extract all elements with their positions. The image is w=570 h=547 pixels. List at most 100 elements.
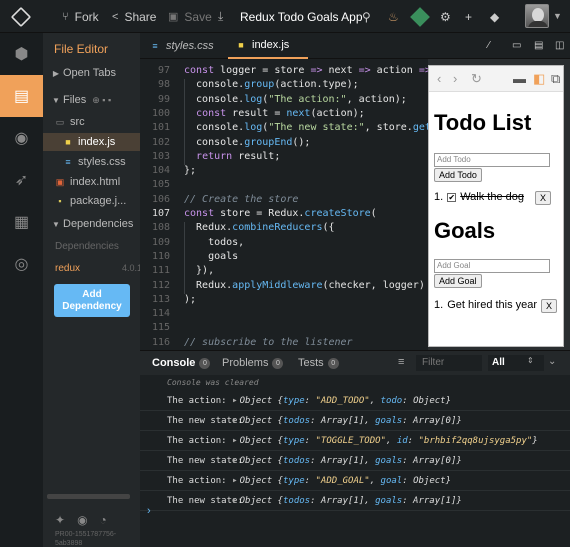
expand-icon[interactable]: ▶ — [233, 477, 237, 484]
expand-icon[interactable]: ▶ — [233, 457, 237, 464]
forward-icon[interactable]: › — [453, 71, 457, 86]
code-editor[interactable]: 97 const logger = store => next => action… — [140, 59, 428, 350]
tab-problems-count: 0 — [272, 357, 284, 369]
save-button[interactable]: ▣ Save — [168, 0, 212, 33]
add-todo-button[interactable]: Add Todo — [434, 168, 482, 182]
console-prompt-icon[interactable]: › — [147, 505, 151, 517]
log-object[interactable]: Object {type: "ADD_GOAL", goal: Object} — [240, 476, 451, 486]
log-object[interactable]: Object {todos: Array[1], goals: Array[0]… — [240, 416, 462, 426]
folder-src[interactable]: ▭ src — [43, 113, 140, 131]
github-icon[interactable]: ◉ — [77, 513, 87, 527]
search-icon[interactable]: ⚲ — [362, 0, 371, 33]
file-icon[interactable]: ▤ — [0, 75, 43, 117]
plus-icon[interactable]: + — [465, 0, 472, 33]
preview-window-icon[interactable]: ▭ — [512, 40, 521, 51]
spectrum-icon[interactable]: ◔ — [100, 513, 107, 527]
new-window-icon[interactable]: ⧉ — [551, 71, 560, 87]
code-line[interactable]: Redux.combineReducers({ — [184, 222, 335, 233]
broadcast-icon[interactable]: ◎ — [0, 243, 43, 285]
box-icon[interactable]: ◆ — [490, 0, 499, 33]
code-line[interactable]: ); — [184, 294, 196, 305]
add-dependency-button[interactable]: Add Dependency — [54, 284, 130, 317]
console-filter-input[interactable]: Filter — [416, 355, 482, 371]
tab-index-js[interactable]: ■ index.js — [228, 33, 308, 59]
expand-icon[interactable]: ▶ — [233, 417, 237, 424]
code-line[interactable]: }), — [184, 265, 214, 276]
new-file-icon[interactable]: ⊕ ▪ ▪ — [92, 95, 111, 106]
rocket-icon[interactable]: ➶ — [0, 159, 43, 201]
code-line[interactable]: }; — [184, 165, 196, 176]
back-icon[interactable]: ‹ — [437, 71, 441, 86]
tab-problems-label: Problems — [222, 357, 269, 369]
share-button[interactable]: < Share — [112, 0, 156, 33]
line-number: 102 — [151, 136, 170, 148]
layout-icon[interactable]: ◧ — [533, 71, 545, 87]
tab-problems[interactable]: Problems 0 — [222, 351, 284, 375]
tab-console-count: 0 — [199, 357, 211, 369]
code-line[interactable]: const logger = store => next => action =… — [184, 65, 428, 76]
avatar[interactable] — [525, 4, 549, 28]
chevron-down-icon[interactable]: ⌄ — [548, 356, 556, 367]
log-object[interactable]: Object {todos: Array[1], goals: Array[1]… — [240, 496, 462, 506]
dependency-name[interactable]: redux — [55, 263, 80, 274]
todo-input[interactable]: Add Todo — [434, 153, 550, 167]
sidebar-title: File Editor — [54, 42, 109, 56]
chevron-down-icon[interactable]: ▼ — [553, 11, 562, 21]
log-object[interactable]: Object {type: "TOGGLE_TODO", id: "brhbif… — [240, 436, 538, 446]
code-line[interactable]: console.groupEnd(); — [184, 137, 310, 148]
code-line[interactable]: // Create the store — [184, 194, 298, 205]
log-level-select[interactable]: All — [488, 355, 544, 371]
open-tabs-section[interactable]: ▶ Open Tabs — [43, 64, 140, 82]
expand-icon[interactable]: ▶ — [233, 437, 237, 444]
refresh-icon[interactable]: ↻ — [471, 71, 482, 87]
log-object[interactable]: Object {todos: Array[1], goals: Array[0]… — [240, 456, 462, 466]
file-index-html[interactable]: ▣ index.html — [43, 173, 140, 191]
files-section[interactable]: ▼ Files ⊕ ▪ ▪ — [43, 91, 140, 109]
split-view-icon[interactable]: ◫ — [555, 40, 564, 51]
tab-console[interactable]: Console 0 — [152, 351, 211, 375]
twitter-icon[interactable]: ✦ — [55, 513, 65, 527]
gear-icon[interactable]: ⚙ — [440, 0, 451, 33]
code-line[interactable]: todos, — [184, 237, 244, 248]
box-icon[interactable]: ⬢ — [0, 33, 43, 75]
code-line[interactable]: console.group(action.type); — [184, 79, 359, 90]
tab-styles-css[interactable]: ≡ styles.css — [140, 33, 228, 59]
sidebar-scrollbar[interactable] — [47, 494, 130, 499]
code-line[interactable]: console.log("The new state:", store.getS… — [184, 122, 428, 133]
fire-icon[interactable]: ♨ — [388, 0, 399, 33]
tab-tests[interactable]: Tests 0 — [298, 351, 339, 375]
remove-goal-button[interactable]: X — [541, 299, 557, 313]
file-package-json[interactable]: ▪ package.j... — [43, 192, 140, 210]
editor-tabs: ≡ styles.css ■ index.js ⁄ ▭ ▤ ◫ — [140, 33, 570, 59]
server-file-icon[interactable]: ▦ — [0, 201, 43, 243]
code-line[interactable]: Redux.applyMiddleware(checker, logger) — [184, 280, 425, 291]
code-line[interactable]: console.log("The action:", action); — [184, 94, 407, 105]
expand-icon[interactable]: ▶ — [233, 497, 237, 504]
file-index-js[interactable]: ■ index.js — [43, 133, 140, 151]
add-goal-button[interactable]: Add Goal — [434, 274, 482, 288]
remove-todo-button[interactable]: X — [535, 191, 551, 205]
clear-console-icon[interactable]: ≡ — [398, 356, 404, 368]
file-styles-css[interactable]: ≡ styles.css — [43, 153, 140, 171]
expand-icon[interactable]: ▶ — [233, 397, 237, 404]
code-line[interactable]: return result; — [184, 151, 280, 162]
dependencies-section[interactable]: ▼ Dependencies — [43, 215, 140, 233]
download-icon[interactable]: ⤓ — [218, 0, 223, 33]
dependencies-filter[interactable]: Dependencies — [55, 241, 119, 252]
todo-checkbox[interactable]: ✔ — [447, 192, 457, 202]
project-title[interactable]: Redux Todo Goals App — [240, 0, 363, 33]
code-line[interactable]: // subscribe to the listener — [184, 337, 353, 348]
badge-icon[interactable] — [410, 0, 430, 33]
code-line[interactable]: const store = Redux.createStore( — [184, 208, 377, 219]
log-object[interactable]: Object {type: "ADD_TODO", todo: Object} — [240, 396, 451, 406]
console-icon[interactable]: ▬ — [513, 71, 526, 86]
todo-item-text[interactable]: Walk the dog — [460, 191, 524, 203]
code-line[interactable]: goals — [184, 251, 238, 262]
github-icon[interactable]: ◉ — [0, 117, 43, 159]
cube-logo-icon[interactable] — [10, 0, 32, 33]
terminal-icon[interactable]: ▤ — [534, 40, 543, 51]
brush-icon[interactable]: ⁄ — [488, 40, 490, 51]
goal-input[interactable]: Add Goal — [434, 259, 550, 273]
code-line[interactable]: const result = next(action); — [184, 108, 365, 119]
fork-button[interactable]: ⑂ Fork — [62, 0, 99, 33]
